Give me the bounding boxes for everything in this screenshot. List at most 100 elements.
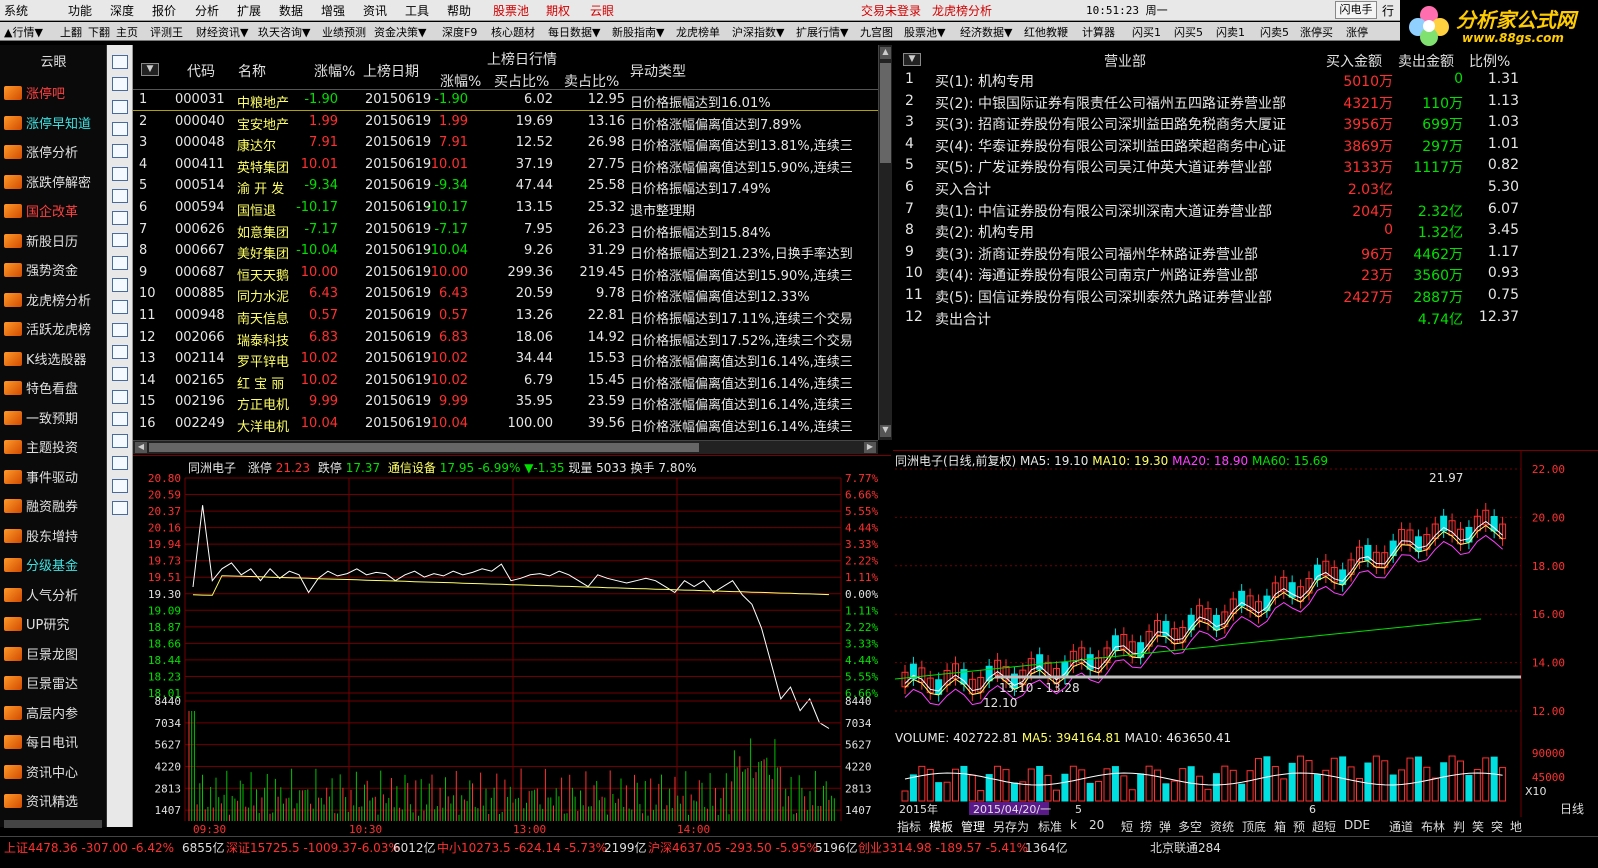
tool-icon[interactable] — [112, 99, 128, 114]
tool-icon[interactable] — [112, 322, 128, 337]
table-row[interactable]: 2 000040 宝安地产 1.99 20150619 1.99 19.69 13.16 日价格… — [133, 112, 878, 133]
toolbar-item[interactable]: 股票池▼ — [904, 24, 945, 40]
table-row[interactable]: 15 002196 方正电机 9.99 20150619 9.99 35.95 23.59 日价… — [133, 392, 878, 413]
menu-extra[interactable]: 行 — [1382, 2, 1394, 19]
table-row[interactable]: 3 000048 康达尔 7.91 20150619 7.91 12.52 26.98 日价格涨… — [133, 133, 878, 154]
toolbar-item[interactable]: 财经资讯▼ — [196, 24, 248, 40]
menu-news[interactable]: 资讯 — [363, 2, 387, 19]
sidebar-item[interactable]: 涨停分析 — [4, 142, 106, 168]
scroll-down-icon[interactable]: ▼ — [880, 425, 891, 437]
sidebar-item[interactable]: 涨停吧 — [4, 83, 106, 109]
menu-data[interactable]: 数据 — [279, 2, 303, 19]
indicator-tab[interactable]: 指标 — [897, 818, 921, 835]
col-chg[interactable]: 涨幅% — [314, 61, 355, 81]
indicator-tab[interactable]: 资统 — [1210, 818, 1234, 835]
indicator-tab[interactable]: 标准 — [1038, 818, 1062, 835]
indicator-tab[interactable]: 多空 — [1178, 818, 1202, 835]
indicator-tab[interactable]: 顶底 — [1242, 818, 1266, 835]
tool-icon[interactable] — [112, 166, 128, 181]
hscroll-thumb[interactable] — [149, 443, 699, 452]
tool-icon[interactable] — [112, 300, 128, 315]
kline-chart[interactable]: 22.00 20.00 18.00 16.00 14.00 12.00 21.97 13.10… — [893, 450, 1598, 830]
tool-icon[interactable] — [112, 144, 128, 159]
toolbar-item[interactable]: 九宫图 — [860, 24, 893, 40]
col-dept[interactable]: 营业部 — [1104, 51, 1146, 71]
col-group-chg[interactable]: 涨幅% — [440, 71, 481, 91]
indicator-tab[interactable]: 管理 — [961, 818, 985, 835]
dept-row[interactable]: 5 买(5): 广发证券股份有限公司吴江仲英大道证券营业部 3133万 1117万 0.… — [893, 155, 1598, 176]
indicator-tab[interactable]: 笑 — [1472, 818, 1484, 835]
indicator-tab[interactable]: 短 — [1121, 818, 1133, 835]
index-sh[interactable]: 上证4478.36 -307.00 -6.42% — [4, 839, 174, 856]
table-row[interactable]: 7 000626 如意集团 -7.17 20150619 -7.17 7.95 26.23 日价… — [133, 220, 878, 241]
sidebar-item[interactable]: 巨景雷达 — [4, 673, 106, 699]
col-code[interactable]: 代码 — [187, 61, 215, 81]
tool-icon[interactable] — [112, 255, 128, 270]
sidebar-item[interactable]: 涨停早知道 — [4, 113, 106, 139]
indicator-tab[interactable]: 20 — [1089, 818, 1104, 832]
menu-options[interactable]: 期权 — [546, 2, 570, 19]
sidebar-item[interactable]: 巨景龙图 — [4, 644, 106, 670]
indicator-tab[interactable]: 模板 — [929, 818, 953, 835]
sidebar-item[interactable]: 特色看盘 — [4, 378, 106, 404]
toolbar-item[interactable]: 闪卖1 — [1216, 24, 1245, 40]
menu-function[interactable]: 功能 — [68, 2, 92, 19]
menu-tools[interactable]: 工具 — [405, 2, 429, 19]
dept-row[interactable]: 10 卖(4): 海通证券股份有限公司南京广州路证券营业部 23万 3560万 0.93 — [893, 263, 1598, 284]
toolbar-item[interactable]: 龙虎榜单 — [676, 24, 720, 40]
menu-stock-pool[interactable]: 股票池 — [493, 2, 529, 19]
tool-icon[interactable] — [112, 456, 128, 471]
toolbar-item[interactable]: 新股指南▼ — [612, 24, 664, 40]
intraday-plot[interactable]: 20.80 7.77% 20.59 6.66% 20.37 5.55% 20.16 4.44%… — [133, 456, 891, 836]
sidebar-item[interactable]: 龙虎榜分析 — [4, 290, 106, 316]
indicator-tab[interactable]: 箱 — [1274, 818, 1286, 835]
tool-icon[interactable] — [112, 121, 128, 136]
dept-row[interactable]: 2 买(2): 中银国际证券有限责任公司福州五四路证券营业部 4321万 110万 1.… — [893, 91, 1598, 112]
lhb-scrollbar[interactable]: ▲ ▼ — [878, 45, 892, 440]
indicator-tab[interactable]: 突 — [1491, 818, 1503, 835]
kline-plot[interactable]: 22.00 20.00 18.00 16.00 14.00 12.00 21.97 13.10… — [893, 451, 1598, 818]
tool-icon[interactable] — [112, 367, 128, 382]
tool-icon[interactable] — [112, 389, 128, 404]
sidebar-item[interactable]: 高层内参 — [4, 703, 106, 729]
indicator-tab[interactable]: 超短 — [1312, 818, 1336, 835]
col-buy-amt[interactable]: 买入金额 — [1326, 51, 1382, 71]
sidebar-item[interactable]: 事件驱动 — [4, 467, 106, 493]
toolbar-item[interactable]: 核心题材 — [491, 24, 535, 40]
menu-extend[interactable]: 扩展 — [237, 2, 261, 19]
menu-lhb-analysis[interactable]: 龙虎榜分析 — [932, 2, 992, 19]
index-zx[interactable]: 中小10273.5 -624.14 -5.73% — [437, 839, 607, 856]
sidebar-item[interactable]: K线选股器 — [4, 349, 106, 375]
toolbar-item[interactable]: 主页 — [116, 24, 138, 40]
tool-icon[interactable] — [112, 188, 128, 203]
toolbar-item[interactable]: 闪卖5 — [1260, 24, 1289, 40]
col-buy-ratio[interactable]: 买占比% — [494, 71, 549, 91]
sidebar-item[interactable]: 每日电讯 — [4, 732, 106, 758]
index-sz[interactable]: 深证15725.5 -1009.37-6.03% — [226, 839, 400, 856]
scroll-right-icon[interactable]: ▶ — [864, 442, 876, 453]
sidebar-item[interactable]: 国企改革 — [4, 201, 106, 227]
table-row[interactable]: 12 002066 瑞泰科技 6.83 20150619 6.83 18.06 14.92 日价… — [133, 328, 878, 349]
scroll-up-icon[interactable]: ▲ — [880, 47, 891, 59]
col-sell-amt[interactable]: 卖出金额 — [1398, 51, 1454, 71]
flash-trade-button[interactable]: 闪电手 — [1335, 1, 1377, 19]
dept-row[interactable]: 4 买(4): 华泰证券股份有限公司深圳益田路荣超商务中心证 3869万 297万 1.… — [893, 134, 1598, 155]
tool-icon[interactable] — [112, 77, 128, 92]
col-date[interactable]: 上榜日期 — [363, 61, 419, 81]
table-row[interactable]: 10 000885 同力水泥 6.43 20150619 6.43 20.59 9.78 日价格… — [133, 284, 878, 305]
dept-row[interactable]: 7 卖(1): 中信证券股份有限公司深圳深南大道证券营业部 204万 2.32亿 6.0… — [893, 199, 1598, 220]
menu-cloud-eye[interactable]: 云眼 — [590, 2, 614, 19]
tool-icon[interactable] — [112, 478, 128, 493]
sidebar-item[interactable]: 主题投资 — [4, 437, 106, 463]
tool-icon[interactable] — [112, 344, 128, 359]
sidebar-item[interactable]: 涨跌停解密 — [4, 172, 106, 198]
toolbar-item[interactable]: 业绩预测 — [322, 24, 366, 40]
sidebar-item[interactable]: 资讯精选 — [4, 791, 106, 817]
toolbar-item[interactable]: 经济数据▼ — [960, 24, 1012, 40]
sidebar-item[interactable]: 强势资金 — [4, 260, 106, 286]
dept-row[interactable]: 8 卖(2): 机构专用 0 1.32亿 3.45 — [893, 220, 1598, 241]
period-label[interactable]: 日线 — [1560, 800, 1584, 817]
sidebar-item[interactable]: 分级基金 — [4, 555, 106, 581]
toolbar-item[interactable]: ▲行情▼ — [4, 24, 43, 40]
sidebar-item[interactable]: 活跃龙虎榜 — [4, 319, 106, 345]
